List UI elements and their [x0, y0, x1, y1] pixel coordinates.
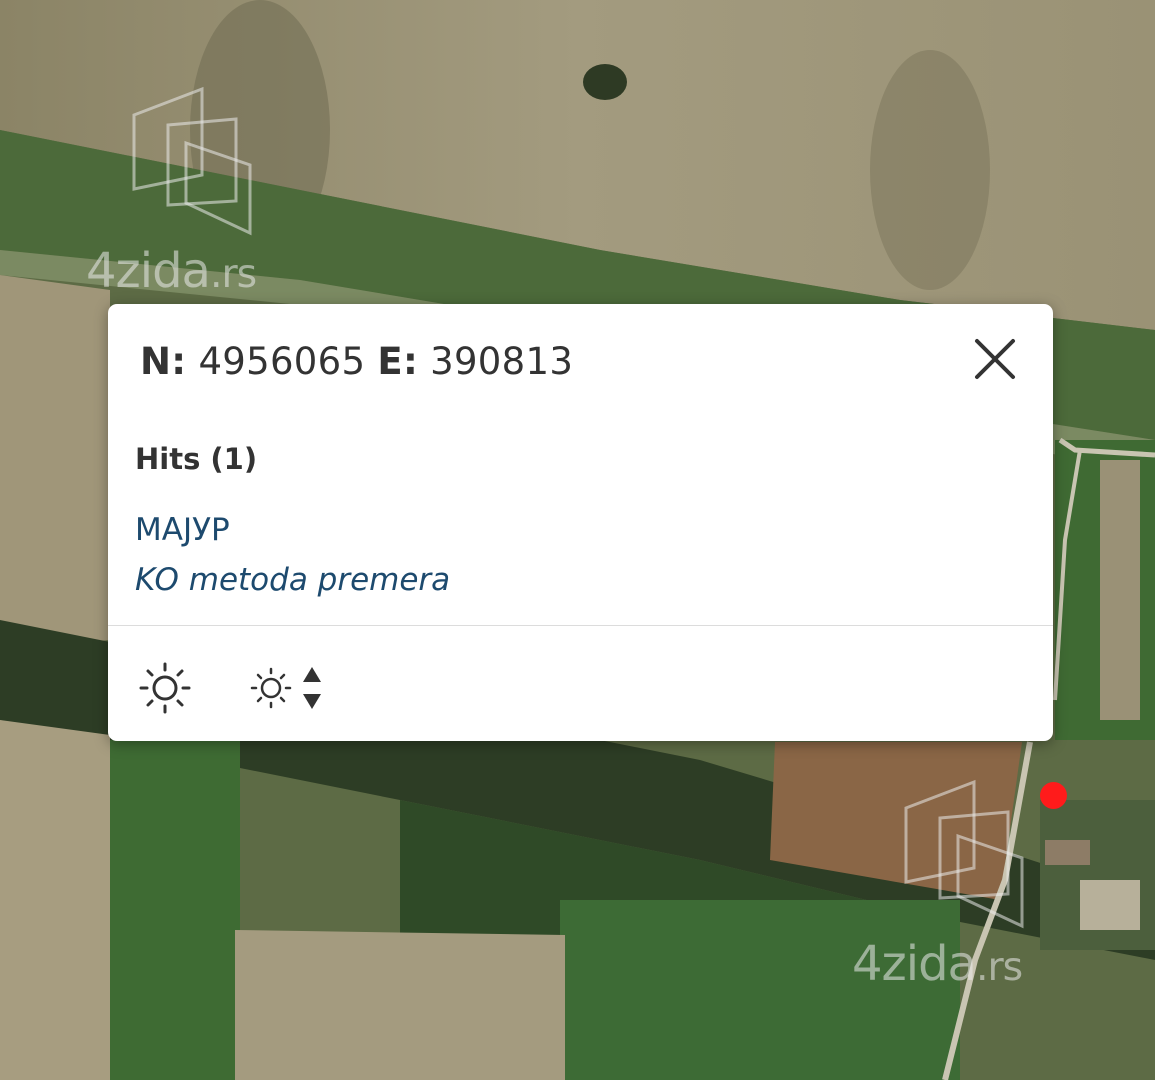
watermark-logo: 4zida.rs	[86, 85, 308, 300]
hit-description: KO metoda premera	[135, 562, 451, 598]
watermark-cube-icon	[132, 86, 252, 236]
close-button[interactable]	[970, 334, 1020, 384]
watermark-logo: 4zida.rs	[852, 778, 1080, 993]
map-info-popup: N: 4956065 E: 390813 Hits (1) МАЈУР KO m…	[108, 304, 1053, 741]
divider	[108, 625, 1053, 626]
location-marker[interactable]	[1040, 782, 1067, 809]
brightness-adjust-button[interactable]	[248, 661, 328, 715]
brightness-icon	[139, 662, 191, 714]
brightness-adjust-icon	[250, 667, 321, 709]
close-icon	[975, 339, 1015, 379]
brightness-button[interactable]	[138, 661, 192, 715]
north-value: 4956065	[198, 340, 366, 383]
east-value: 390813	[430, 340, 574, 383]
coordinates-readout: N: 4956065 E: 390813	[140, 340, 573, 383]
watermark-cube-icon	[904, 779, 1024, 929]
north-label: N:	[140, 340, 187, 383]
watermark-text: 4zida.rs	[86, 243, 257, 299]
hit-name-link[interactable]: МАЈУР	[135, 512, 230, 548]
east-label: E:	[377, 340, 419, 383]
hits-heading: Hits (1)	[135, 442, 258, 476]
watermark-text: 4zida.rs	[852, 936, 1023, 992]
